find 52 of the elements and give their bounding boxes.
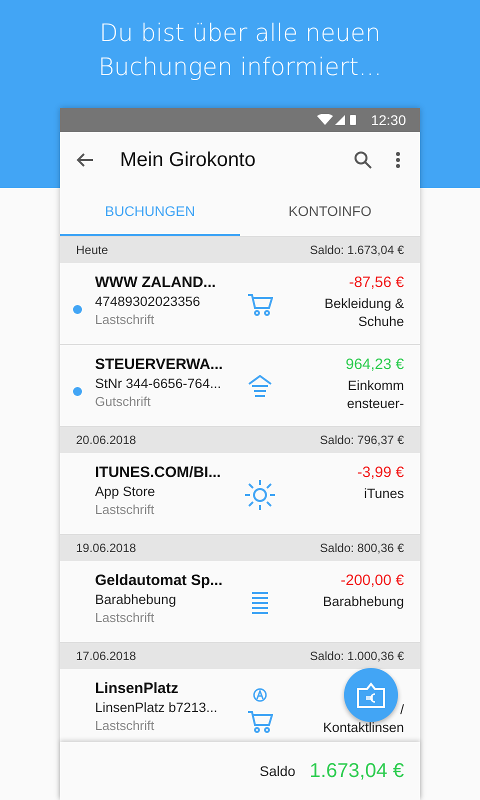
amount: 964,23 €: [346, 356, 404, 373]
payment-detail: 47489302023356: [95, 294, 202, 309]
total-balance: 1.673,04 €: [309, 760, 404, 782]
sun-icon: [244, 479, 276, 511]
list-icon: [250, 591, 268, 615]
payment-detail: App Store: [95, 484, 156, 499]
income-icon: [248, 375, 272, 399]
payee-name: Geldautomat Sp...: [95, 572, 224, 589]
category: Barabhebung: [322, 593, 404, 611]
payment-type: Lastschrift: [95, 718, 156, 733]
category: Einkomm ensteuer-: [346, 377, 404, 413]
category: iTunes: [364, 485, 404, 503]
balance-label: Saldo: 1.000,36 €: [310, 649, 404, 663]
date-label: 20.06.2018: [76, 433, 136, 447]
payment-detail: Barabhebung: [95, 592, 178, 607]
transaction-row[interactable]: LinsenPlatz LinsenPlatz b7213... Lastschrift / Kontaktlinsen: [60, 669, 420, 742]
more-icon[interactable]: [396, 152, 400, 168]
payment-type: Lastschrift: [95, 610, 156, 625]
balance-label: Saldo: 1.673,04 €: [310, 243, 404, 257]
headline: Du bist über alle neuen Buchungen informiert...: [98, 18, 382, 83]
payment-detail: LinsenPlatz b7213...: [95, 700, 218, 715]
transaction-row[interactable]: Geldautomat Sp... Barabhebung Lastschrift -200,00 € Barabhebung: [60, 561, 420, 643]
payment-detail: StNr 344-6656-764...: [95, 376, 222, 391]
app-title: Mein Girokonto: [120, 148, 257, 172]
transaction-row[interactable]: ITUNES.COM/BI... App Store Lastschrift -3,99 € iTunes: [60, 453, 420, 535]
payee-name: ITUNES.COM/BI...: [95, 464, 222, 481]
transaction-row[interactable]: STEUERVERWA... StNr 344-6656-764... Gutschrift 964,23 € Einkomm ensteuer-: [60, 345, 420, 427]
transaction-row[interactable]: WWW ZALAND... 47489302023356 Lastschrift -87,56 € Bekleidung & Schuhe: [60, 263, 420, 345]
cart-icon: [246, 293, 272, 317]
amount: -200,00 €: [340, 572, 404, 589]
balance-label: Saldo: 796,37 €: [320, 433, 404, 447]
date-label: 17.06.2018: [76, 649, 136, 663]
amount: -3,99 €: [357, 464, 404, 481]
payment-type: Lastschrift: [95, 312, 156, 327]
date-label: 19.06.2018: [76, 541, 136, 555]
cart-icon: [246, 710, 272, 734]
payee-name: LinsenPlatz: [95, 680, 180, 697]
status-time: 12:30: [370, 112, 406, 128]
payment-type: Lastschrift: [95, 502, 156, 517]
tab[interactable]: KONTOINFO: [240, 188, 420, 236]
search-icon[interactable]: [354, 151, 372, 169]
total-label: Saldo: [260, 763, 296, 779]
back-icon[interactable]: [76, 152, 94, 168]
payment-type: Gutschrift: [95, 394, 152, 409]
payee-name: STEUERVERWA...: [95, 356, 224, 373]
payee-name: WWW ZALAND...: [95, 274, 217, 291]
amount: -87,56 €: [348, 274, 404, 291]
balance-label: Saldo: 800,36 €: [320, 541, 404, 555]
category: Bekleidung & Schuhe: [324, 295, 404, 331]
category: / Kontaktlinsen: [322, 701, 404, 737]
euro-note-icon: [356, 681, 386, 709]
date-label: Heute: [76, 243, 108, 257]
